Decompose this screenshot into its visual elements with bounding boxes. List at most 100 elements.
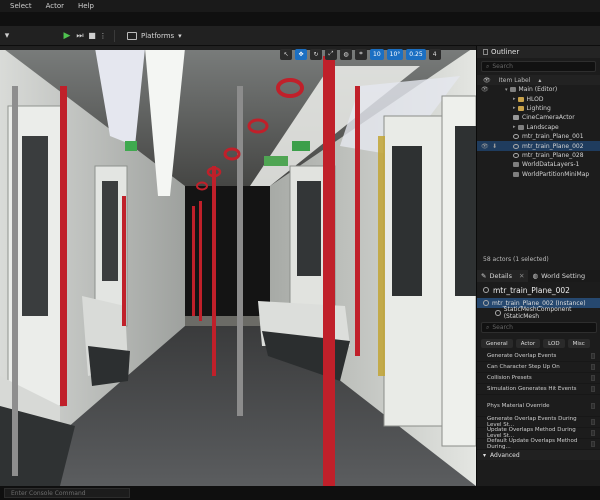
menu-bar: Select Actor Help [0,0,600,12]
details-search-input[interactable]: ⌕ Search [481,322,597,333]
step-button[interactable]: ⏭ [74,29,86,43]
outliner-row[interactable]: ▸ HLOD [477,94,600,103]
level-viewport[interactable]: ↖ ✥ ↻ ⤢ ◍ ⌗ 10 10° 0.25 4 [0,46,476,486]
visibility-eye-icon[interactable]: 👁 [481,86,489,93]
folder-icon [517,105,524,111]
expand-caret-icon[interactable]: ▸ [513,124,516,130]
outliner-row-label: HLOD [526,95,544,103]
property-value-field[interactable] [591,353,595,359]
details-object-header: mtr_train_Plane_002 [477,282,600,298]
close-icon[interactable]: ✕ [519,272,524,280]
outliner-row-label: mtr_train_Plane_001 [522,133,584,141]
component-mesh-row[interactable]: StaticMeshComponent (StaticMesh [477,306,600,320]
instance-icon [483,300,489,306]
property-row: Generate Overlap Events [477,351,600,362]
property-label: Collision Presets [487,375,532,381]
surface-snap-icon[interactable]: ⌗ [355,48,367,60]
outliner-row[interactable]: ▸ Landscape [477,123,600,132]
sort-icon: ▴ [538,76,542,84]
property-value-field[interactable] [591,364,595,370]
console-command-input[interactable]: Enter Console Command [4,488,130,498]
property-value-field[interactable] [591,402,595,409]
outliner-row[interactable]: mtr_train_Plane_001 [477,132,600,141]
stop-button[interactable]: ■ [86,29,98,43]
folder-icon [517,96,524,102]
rotation-snap-value[interactable]: 10° [386,48,404,60]
scale-snap-value[interactable]: 0.25 [406,48,426,60]
world-space-icon[interactable]: ◍ [340,48,352,60]
property-value-field[interactable] [591,419,595,425]
property-value-field[interactable] [591,430,595,436]
right-panel: Outliner ⌕ Search 👁 Item Label ▴ 👁 ▾ Main … [476,46,600,486]
property-row: Can Character Step Up On [477,362,600,373]
details-tab-icon: ✎ [481,272,487,280]
outliner-row-label: mtr_train_Plane_028 [522,151,584,159]
expand-caret-icon[interactable]: ▸ [513,105,516,111]
outliner-row[interactable]: ▸ Lighting [477,104,600,113]
filter-tab-actor[interactable]: Actor [515,339,541,348]
outliner-column-header[interactable]: 👁 Item Label ▴ [477,75,600,85]
details-tab-bar: ✎ Details ✕ ◍ World Setting [477,270,600,282]
filter-tab-general[interactable]: General [481,339,513,348]
camera-icon [513,115,519,121]
menu-help[interactable]: Help [78,2,94,10]
visibility-eye-icon[interactable]: 👁 [481,143,489,150]
property-row: Simulation Generates Hit Events [477,384,600,395]
rotate-tool-icon[interactable]: ↻ [310,48,322,60]
outliner-search-input[interactable]: ⌕ Search [481,61,596,72]
actor-count: 58 actors (1 selected) [483,256,549,263]
menu-select[interactable]: Select [10,2,32,10]
outliner-row[interactable]: mtr_train_Plane_028 [477,151,600,160]
translate-tool-icon[interactable]: ✥ [295,48,307,60]
console-placeholder: Enter Console Command [11,489,86,497]
component-mesh-label: StaticMeshComponent (StaticMesh [503,306,572,320]
property-value-field[interactable] [591,375,595,381]
property-value-field[interactable] [591,386,595,392]
world-icon [513,162,519,168]
outliner-row[interactable]: CineCameraActor [477,113,600,122]
mesh-icon [513,134,519,140]
world-icon [509,87,516,93]
select-mode-icon[interactable]: ↖ [280,48,292,60]
outliner-row-label: WorldPartitionMiniMap [522,170,590,178]
outliner-row-label: WorldDataLayers-1 [522,161,580,169]
outliner-row[interactable]: WorldDataLayers-1 [477,160,600,169]
play-options-icon[interactable]: ⋮ [98,29,108,43]
grid-snap-value[interactable]: 10 [370,48,384,60]
details-tab-label: Details [489,272,512,280]
pin-icon[interactable]: ⬇ [492,143,497,150]
advanced-label: Advanced [490,451,520,459]
outliner-row[interactable]: 👁 ▾ Main (Editor) [477,85,600,94]
details-object-name: mtr_train_Plane_002 [493,285,570,295]
world-settings-icon: ◍ [532,272,539,280]
details-property-list: Generate Overlap Events Can Character Ste… [477,351,600,450]
details-tab[interactable]: ✎ Details ✕ [477,270,529,282]
search-icon: ⌕ [486,62,490,70]
toolbar-dropdown-icon[interactable]: ▾ [2,29,12,43]
property-value-field[interactable] [591,441,595,447]
search-icon: ⌕ [486,323,490,331]
outliner-row[interactable]: WorldPartitionMiniMap [477,170,600,179]
property-row: Phys Material Override [477,395,600,417]
world-settings-tab-label: World Setting [541,272,586,280]
menu-actor[interactable]: Actor [46,2,64,10]
filter-tab-lod[interactable]: LOD [543,339,565,348]
outliner-row-label: Landscape [526,123,559,131]
expand-caret-icon[interactable]: ▾ [505,87,508,93]
platforms-menu[interactable]: Platforms ▾ [127,31,182,40]
outliner-tree: 👁 ▾ Main (Editor) ▸ HLOD ▸ Lighting CineCameraA… [477,85,600,179]
scale-tool-icon[interactable]: ⤢ [325,48,337,60]
outliner-row-label: CineCameraActor [522,114,575,122]
play-button[interactable]: ▶ [60,29,74,43]
details-panel: mtr_train_Plane_002 mtr_train_Plane_002 … [477,282,600,486]
advanced-section-header[interactable]: ▾ Advanced [477,450,600,460]
world-settings-tab[interactable]: ◍ World Setting [528,270,589,282]
expand-caret-icon[interactable]: ▸ [513,96,516,102]
platforms-icon [127,31,137,40]
details-search-placeholder: Search [492,324,513,331]
filter-tab-misc[interactable]: Misc [567,339,590,348]
visibility-column-icon: 👁 [483,76,491,84]
camera-speed-value[interactable]: 4 [428,48,441,60]
outliner-row[interactable]: 👁 ⬇ mtr_train_Plane_002 [477,141,600,151]
outliner-tab[interactable]: Outliner [477,46,600,58]
